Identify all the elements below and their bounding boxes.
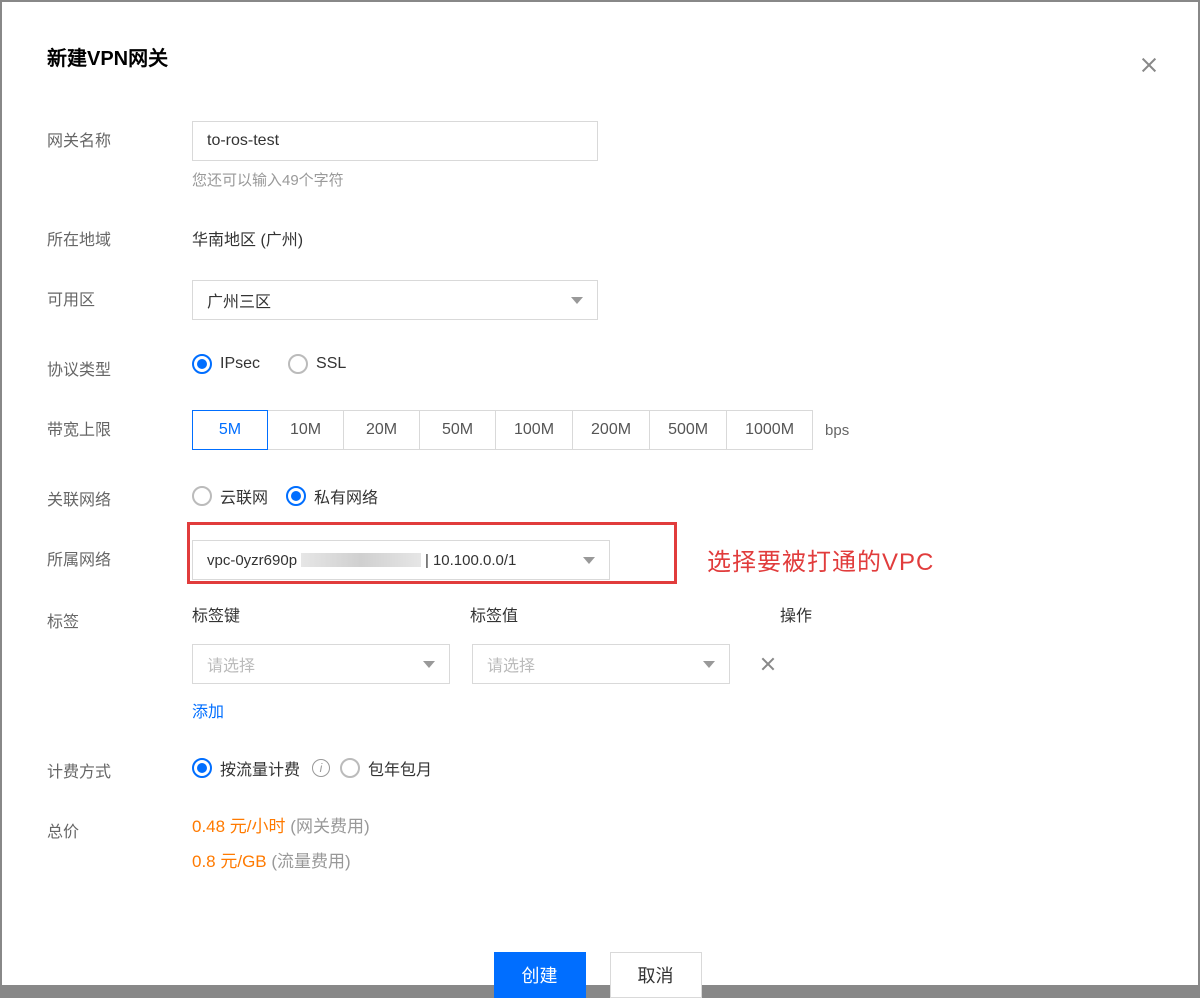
bandwidth-segmented: 5M 10M 20M 50M 100M 200M 500M 1000M bps [192, 410, 1148, 450]
gateway-name-input[interactable] [192, 121, 598, 161]
bandwidth-option-1000m[interactable]: 1000M [727, 410, 813, 450]
dialog-footer: 创建 取消 [47, 952, 1148, 998]
zone-select[interactable]: 广州三区 [192, 280, 598, 320]
label-bandwidth: 带宽上限 [47, 410, 192, 440]
row-assoc-network: 关联网络 云联网 私有网络 [47, 480, 1148, 510]
radio-icon [340, 758, 360, 778]
dialog-title: 新建VPN网关 [47, 42, 1148, 71]
zone-select-value: 广州三区 [207, 288, 271, 312]
bandwidth-option-20m[interactable]: 20M [344, 410, 420, 450]
chevron-down-icon [423, 661, 435, 668]
price-gateway: 0.48 元/小时 (网关费用) [192, 812, 1148, 837]
gateway-name-hint: 您还可以输入49个字符 [192, 169, 1148, 190]
row-zone: 可用区 广州三区 [47, 280, 1148, 320]
radio-assoc-vpc[interactable]: 私有网络 [286, 484, 378, 508]
bandwidth-option-100m[interactable]: 100M [496, 410, 573, 450]
chevron-down-icon [571, 297, 583, 304]
radio-icon [192, 486, 212, 506]
label-billing: 计费方式 [47, 752, 192, 782]
label-protocol: 协议类型 [47, 350, 192, 380]
bandwidth-unit: bps [825, 422, 849, 439]
tag-header-key: 标签键 [192, 602, 470, 626]
label-gateway-name: 网关名称 [47, 121, 192, 151]
radio-icon [286, 486, 306, 506]
radio-billing-monthly[interactable]: 包年包月 [340, 756, 432, 780]
annotation-text: 选择要被打通的VPC [707, 542, 934, 577]
row-region: 所在地域 华南地区 (广州) [47, 220, 1148, 250]
close-icon[interactable] [1138, 54, 1160, 76]
vpc-sep: | [425, 552, 429, 569]
bandwidth-option-200m[interactable]: 200M [573, 410, 650, 450]
radio-icon [192, 758, 212, 778]
tag-key-select[interactable]: 请选择 [192, 644, 450, 684]
label-tags: 标签 [47, 602, 192, 632]
bandwidth-option-5m[interactable]: 5M [192, 410, 268, 450]
tag-delete-icon[interactable] [758, 654, 778, 674]
label-assoc-network: 关联网络 [47, 480, 192, 510]
row-protocol: 协议类型 IPsec SSL [47, 350, 1148, 380]
vpc-id-masked [301, 553, 421, 567]
radio-billing-usage[interactable]: 按流量计费 [192, 756, 300, 780]
radio-protocol-ipsec[interactable]: IPsec [192, 354, 260, 374]
tag-header-value: 标签值 [470, 602, 748, 626]
region-value: 华南地区 (广州) [192, 220, 1148, 250]
tag-row: 请选择 请选择 [192, 644, 812, 684]
radio-assoc-ccn[interactable]: 云联网 [192, 484, 268, 508]
vpc-id-prefix: vpc-0yzr690p [207, 552, 297, 569]
tag-add-link[interactable]: 添加 [192, 698, 1148, 722]
tag-header: 标签键 标签值 操作 [192, 602, 812, 626]
radio-protocol-ssl[interactable]: SSL [288, 354, 346, 374]
tag-value-select[interactable]: 请选择 [472, 644, 730, 684]
create-button[interactable]: 创建 [494, 952, 586, 998]
row-billing: 计费方式 按流量计费 i 包年包月 [47, 752, 1148, 782]
price-traffic: 0.8 元/GB (流量费用) [192, 847, 1148, 872]
vpc-cidr: 10.100.0.0/1 [433, 552, 516, 569]
label-zone: 可用区 [47, 280, 192, 310]
vpc-select[interactable]: vpc-0yzr690p | 10.100.0.0/1 [192, 540, 610, 580]
chevron-down-icon [703, 661, 715, 668]
row-tags: 标签 标签键 标签值 操作 请选择 请选择 添加 [47, 602, 1148, 722]
row-gateway-name: 网关名称 您还可以输入49个字符 [47, 121, 1148, 190]
label-owning-network: 所属网络 [47, 540, 192, 570]
label-total: 总价 [47, 812, 192, 842]
row-total: 总价 0.48 元/小时 (网关费用) 0.8 元/GB (流量费用) [47, 812, 1148, 882]
bandwidth-option-50m[interactable]: 50M [420, 410, 496, 450]
row-owning-network: 所属网络 vpc-0yzr690p | 10.100.0.0/1 选择要被打通的… [47, 540, 1148, 580]
info-icon[interactable]: i [312, 759, 330, 777]
cancel-button[interactable]: 取消 [610, 952, 702, 998]
tag-header-op: 操作 [748, 602, 812, 626]
radio-icon [288, 354, 308, 374]
label-region: 所在地域 [47, 220, 192, 250]
bandwidth-option-10m[interactable]: 10M [268, 410, 344, 450]
dialog-new-vpn-gateway: 新建VPN网关 网关名称 您还可以输入49个字符 所在地域 华南地区 (广州) … [2, 2, 1198, 985]
chevron-down-icon [583, 557, 595, 564]
row-bandwidth: 带宽上限 5M 10M 20M 50M 100M 200M 500M 1000M… [47, 410, 1148, 450]
bandwidth-option-500m[interactable]: 500M [650, 410, 727, 450]
radio-icon [192, 354, 212, 374]
